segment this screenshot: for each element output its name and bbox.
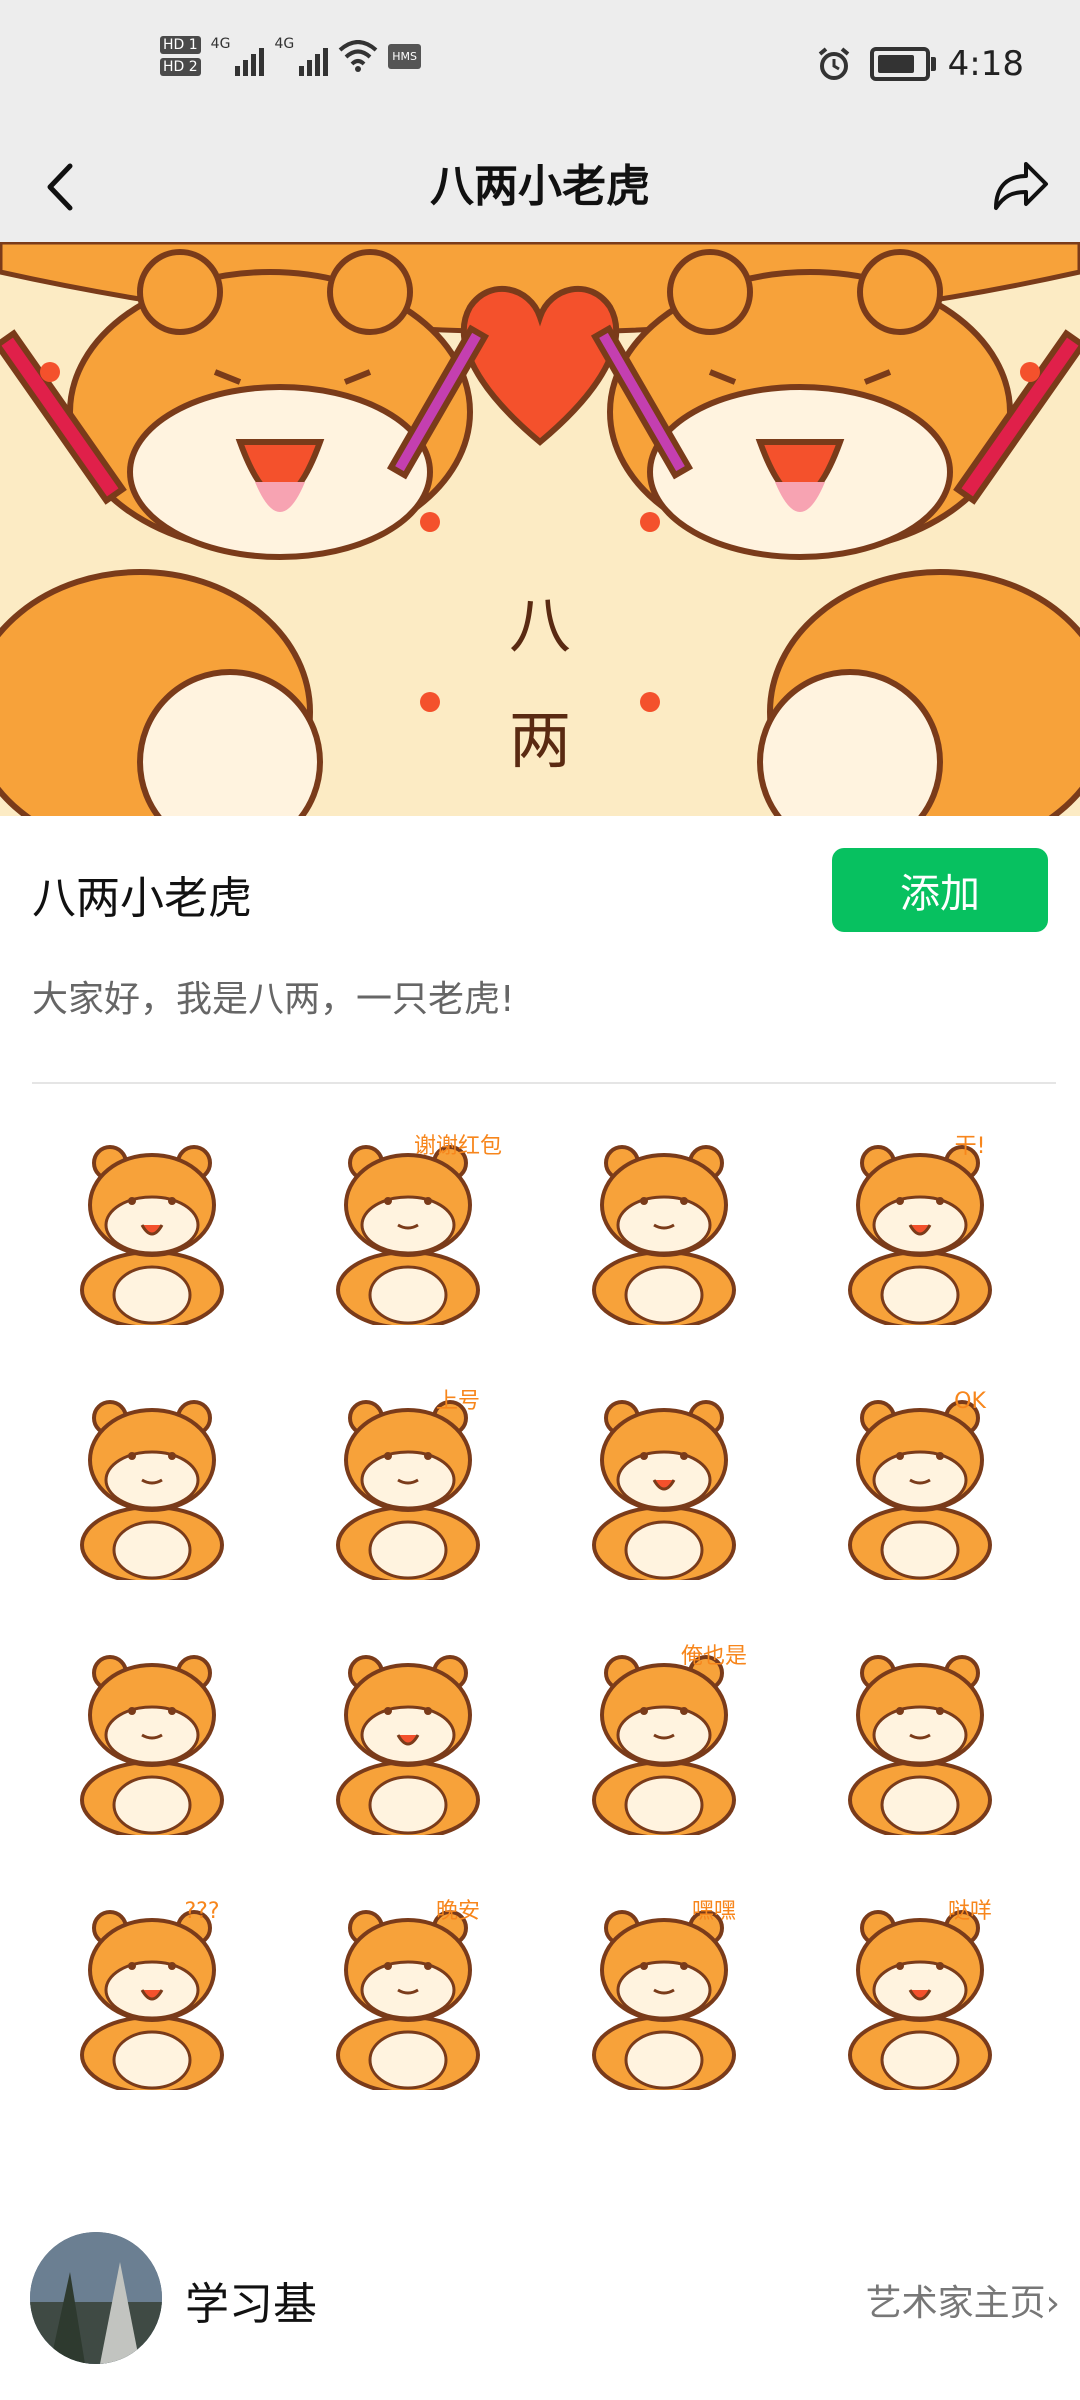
battery-icon: [869, 47, 936, 81]
chevron-right-icon: ›: [1045, 2283, 1060, 2324]
page-title: 八两小老虎: [430, 161, 650, 212]
sticker-item[interactable]: [52, 1635, 252, 1835]
sticker-item[interactable]: [308, 1635, 508, 1835]
sticker-caption: 干!: [955, 1134, 986, 1159]
sticker-caption: 谢谢红包: [414, 1134, 502, 1159]
artist-name: 学习基: [185, 2279, 317, 2330]
sticker-caption: 俺也是: [681, 1644, 747, 1669]
status-right: 4:18: [816, 44, 1024, 84]
sticker-item[interactable]: 哒咩: [820, 1890, 1020, 2090]
sticker-item[interactable]: OK: [820, 1380, 1020, 1580]
banner-illustration: 八 两: [0, 242, 1080, 816]
hd2-badge: HD 2: [160, 58, 201, 76]
sticker-caption: OK: [954, 1389, 986, 1414]
hd1-badge: HD 1: [160, 36, 201, 54]
sticker-caption: 晚安: [436, 1899, 480, 1924]
sticker-caption: 哒咩: [948, 1899, 992, 1924]
sticker-item[interactable]: 晚安: [308, 1890, 508, 2090]
artist-row[interactable]: 学习基 艺术家主页›: [30, 2228, 1060, 2368]
sticker-grid: 谢谢红包 干! 上号 OK 俺也是??? 晚安 嘿嘿 哒咩: [52, 1125, 1048, 2090]
nav-bar: 八两小老虎: [0, 132, 1080, 242]
signal-icon-2: 4G: [274, 36, 329, 76]
banner-char-bottom: 两: [509, 704, 571, 777]
network-type-label-2: 4G: [274, 36, 295, 52]
status-bar: HD 1 HD 2 4G 4G HMS 4:18: [0, 0, 1080, 132]
signal-icon: 4G: [211, 36, 265, 76]
wifi-icon: [338, 40, 378, 72]
pack-description: 大家好，我是八两，一只老虎!: [32, 979, 515, 1020]
sticker-item[interactable]: 干!: [820, 1125, 1020, 1325]
sticker-caption: 上号: [436, 1389, 480, 1414]
sticker-item[interactable]: 俺也是: [564, 1635, 764, 1835]
sticker-caption: ???: [184, 1899, 219, 1924]
sticker-pack-banner: 八 两: [0, 242, 1080, 816]
sticker-item[interactable]: [52, 1125, 252, 1325]
network-type-label: 4G: [210, 36, 231, 52]
sticker-caption: 嘿嘿: [692, 1899, 736, 1924]
banner-char-top: 八: [509, 589, 571, 662]
status-left: HD 1 HD 2 4G 4G HMS: [160, 36, 421, 76]
sticker-item[interactable]: 嘿嘿: [564, 1890, 764, 2090]
sticker-item[interactable]: 谢谢红包: [308, 1125, 508, 1325]
hms-badge: HMS: [388, 43, 421, 69]
pack-title: 八两小老虎: [32, 873, 252, 924]
sticker-item[interactable]: [52, 1380, 252, 1580]
hd-badges: HD 1 HD 2: [160, 36, 201, 76]
alarm-icon: [818, 47, 849, 80]
sticker-item[interactable]: [820, 1635, 1020, 1835]
clock: 4:18: [947, 44, 1024, 84]
artist-homepage-label: 艺术家主页: [865, 2283, 1046, 2324]
avatar[interactable]: [30, 2232, 162, 2364]
sticker-item[interactable]: [564, 1125, 764, 1325]
sticker-item[interactable]: [564, 1380, 764, 1580]
add-button[interactable]: 添加: [832, 848, 1048, 932]
artist-homepage-link[interactable]: 艺术家主页›: [866, 2274, 1060, 2326]
share-arrow-icon[interactable]: [986, 152, 1052, 218]
divider: [32, 1082, 1056, 1084]
sticker-item[interactable]: ???: [52, 1890, 252, 2090]
sticker-item[interactable]: 上号: [308, 1380, 508, 1580]
